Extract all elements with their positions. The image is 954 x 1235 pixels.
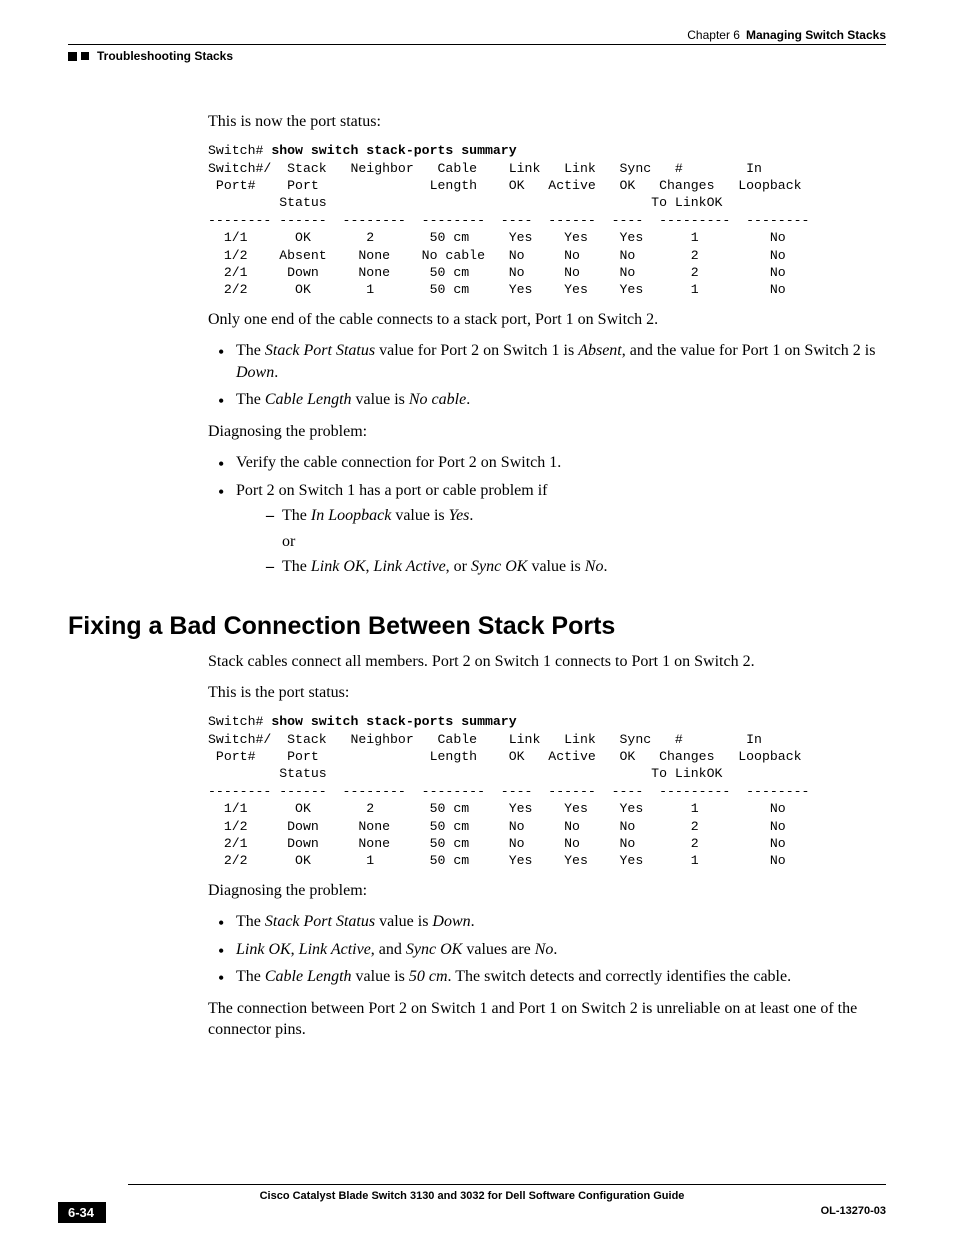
breadcrumb: Troubleshooting Stacks <box>68 49 886 63</box>
list-item: The Stack Port Status value is Down. <box>208 911 886 933</box>
list-item: The Cable Length value is No cable. <box>208 389 886 411</box>
page-number-badge: 6-34 <box>58 1202 106 1223</box>
header-rule <box>68 44 886 45</box>
section-crumb: Troubleshooting Stacks <box>97 49 233 63</box>
main-content: Stack cables connect all members. Port 2… <box>208 651 886 1040</box>
cli-output: Switch# show switch stack-ports summary … <box>208 713 886 870</box>
square-bullet-icon <box>68 52 77 61</box>
body-text: Stack cables connect all members. Port 2… <box>208 651 886 672</box>
list-item: Port 2 on Switch 1 has a port or cable p… <box>208 480 886 578</box>
book-title: Cisco Catalyst Blade Switch 3130 and 303… <box>260 1190 685 1202</box>
list-item: Verify the cable connection for Port 2 o… <box>208 452 886 474</box>
running-header: Chapter 6 Managing Switch Stacks <box>68 28 886 42</box>
bullet-list: The Stack Port Status value for Port 2 o… <box>208 340 886 411</box>
cli-prompt: Switch# <box>208 143 271 158</box>
square-bullet-icon <box>81 52 89 60</box>
cli-table: Switch#/ Stack Neighbor Cable Link Link … <box>208 161 809 298</box>
sub-bullet-list: The In Loopback value is Yes. <box>254 505 886 527</box>
list-item: Link OK, Link Active, and Sync OK values… <box>208 939 886 961</box>
body-text: The connection between Port 2 on Switch … <box>208 998 886 1040</box>
main-content: This is now the port status: Switch# sho… <box>208 111 886 578</box>
body-text: This is the port status: <box>208 682 886 703</box>
cli-command: show switch stack-ports summary <box>271 143 516 158</box>
cli-table: Switch#/ Stack Neighbor Cable Link Link … <box>208 732 809 869</box>
list-item: The Cable Length value is 50 cm. The swi… <box>208 966 886 988</box>
page-footer: Cisco Catalyst Blade Switch 3130 and 303… <box>58 1184 886 1205</box>
list-item: The In Loopback value is Yes. <box>254 505 886 527</box>
chapter-label: Chapter 6 <box>687 28 740 42</box>
body-text: This is now the port status: <box>208 111 886 132</box>
list-item: The Stack Port Status value for Port 2 o… <box>208 340 886 383</box>
cli-output: Switch# show switch stack-ports summary … <box>208 142 886 299</box>
body-text: Only one end of the cable connects to a … <box>208 309 886 330</box>
doc-number: OL-13270-03 <box>821 1205 886 1217</box>
footer-rule <box>128 1184 886 1185</box>
sub-bullet-list: The Link OK, Link Active, or Sync OK val… <box>254 556 886 578</box>
cli-prompt: Switch# <box>208 714 271 729</box>
body-text: Diagnosing the problem: <box>208 421 886 442</box>
chapter-title: Managing Switch Stacks <box>746 28 886 42</box>
list-item: The Link OK, Link Active, or Sync OK val… <box>254 556 886 578</box>
body-text: Diagnosing the problem: <box>208 880 886 901</box>
cli-command: show switch stack-ports summary <box>271 714 516 729</box>
bullet-list: The Stack Port Status value is Down. Lin… <box>208 911 886 988</box>
or-separator: or <box>282 531 886 553</box>
section-heading: Fixing a Bad Connection Between Stack Po… <box>68 612 886 641</box>
bullet-list: Verify the cable connection for Port 2 o… <box>208 452 886 578</box>
